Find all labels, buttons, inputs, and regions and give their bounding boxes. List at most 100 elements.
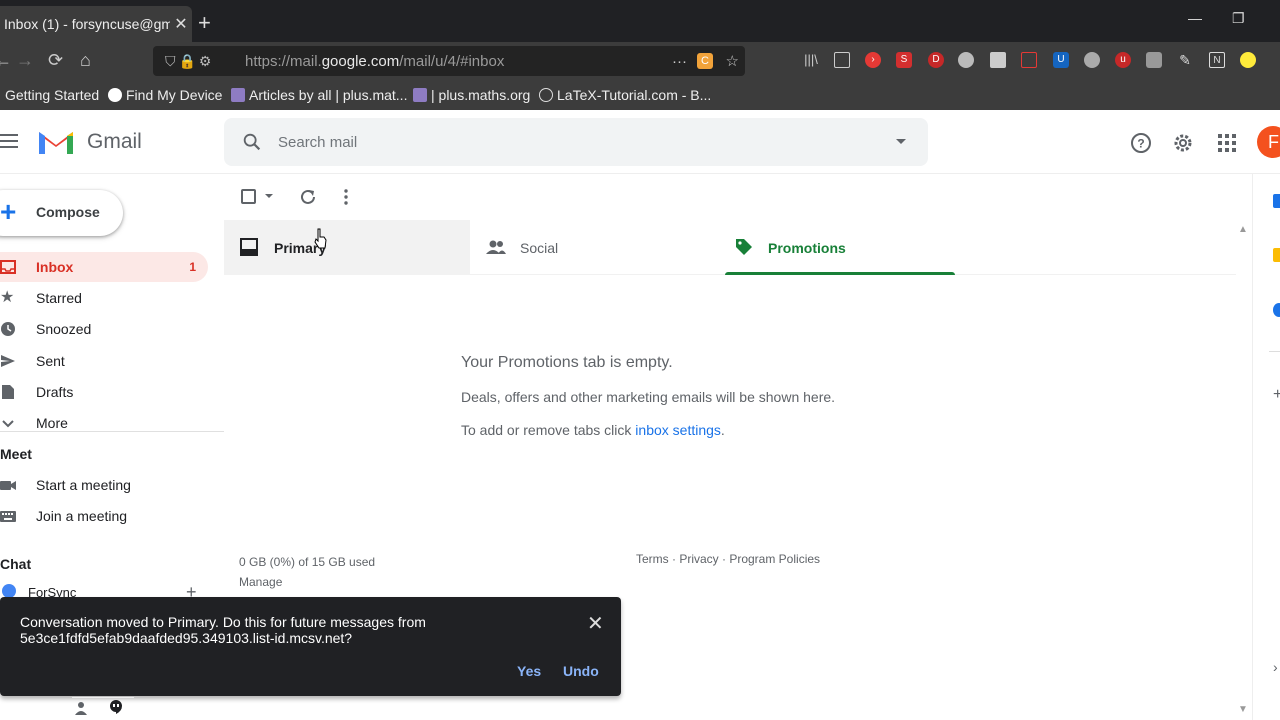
manage-storage-link[interactable]: Manage: [239, 572, 375, 592]
url-path: /mail/u/4/#inbox: [399, 52, 505, 70]
help-icon[interactable]: ?: [1130, 132, 1152, 154]
bookmark-label: | plus.maths.org: [431, 87, 531, 103]
select-all-checkbox[interactable]: [241, 189, 256, 204]
snackbar-toast: Conversation moved to Primary. Do this f…: [0, 597, 621, 696]
ext-notes-icon[interactable]: [990, 52, 1006, 68]
refresh-icon[interactable]: [299, 188, 317, 206]
maximize-icon[interactable]: ❐: [1232, 10, 1245, 27]
close-tab-icon[interactable]: ✕: [170, 14, 192, 34]
bookmarks-bar: Getting Started Find My Device Articles …: [0, 80, 1280, 110]
reader-icon[interactable]: [834, 52, 850, 68]
bookmark-getting-started[interactable]: Getting Started: [5, 87, 99, 103]
home-icon[interactable]: ⌂: [80, 50, 91, 71]
google-icon: [108, 88, 122, 102]
sidebar-item-snoozed[interactable]: Snoozed: [0, 314, 208, 344]
search-icon[interactable]: [241, 131, 263, 153]
panel-divider: [1269, 351, 1280, 352]
ext-screen-icon[interactable]: [1021, 52, 1037, 68]
tab-social[interactable]: Social: [470, 220, 725, 275]
more-options-icon[interactable]: [340, 188, 352, 206]
side-panel: + ›: [1252, 174, 1280, 720]
compose-label: Compose: [36, 204, 100, 220]
footer-links[interactable]: Terms · Privacy · Program Policies: [636, 552, 820, 566]
active-tab-indicator: [725, 272, 955, 275]
unread-count: 1: [189, 260, 196, 274]
ext-d-icon[interactable]: D: [928, 52, 944, 68]
gmail-header: Gmail ? F: [0, 110, 1280, 174]
inbox-settings-link[interactable]: inbox settings: [635, 422, 721, 438]
select-dropdown-icon[interactable]: [265, 194, 273, 198]
search-input[interactable]: [278, 130, 878, 154]
page-actions-icon[interactable]: ···: [672, 53, 687, 70]
account-avatar[interactable]: F: [1257, 126, 1280, 158]
ext-yellow-icon[interactable]: [1240, 52, 1256, 68]
tab-label: Social: [520, 240, 559, 256]
ext-red-arrow-icon[interactable]: ›: [865, 52, 881, 68]
ext-shield-icon[interactable]: [1146, 52, 1162, 68]
back-icon[interactable]: ←: [0, 50, 12, 71]
scroll-up-icon[interactable]: ▲: [1238, 224, 1248, 235]
tab-promotions[interactable]: Promotions: [725, 220, 955, 275]
sidebar-item-label: Inbox: [36, 259, 74, 275]
forward-icon[interactable]: →: [16, 50, 34, 71]
site-info-icons[interactable]: ⛉🔒⚙: [165, 53, 245, 70]
hangouts-icon[interactable]: [108, 699, 124, 715]
collapse-panel-icon[interactable]: ›: [1273, 659, 1278, 675]
meet-section-title: Meet: [0, 446, 32, 462]
meet-item-label: Start a meeting: [36, 477, 131, 493]
scroll-down-icon[interactable]: ▼: [1238, 704, 1248, 715]
join-meeting-item[interactable]: Join a meeting: [0, 501, 208, 531]
hint-suffix: .: [720, 422, 725, 438]
browser-tab-gmail[interactable]: Inbox (1) - forsyncuse@gm ✕: [0, 6, 192, 42]
sidebar-item-label: Drafts: [36, 384, 74, 400]
ext-ublock-icon[interactable]: u: [1115, 52, 1131, 68]
inbox-icon: [0, 260, 16, 274]
sidebar-divider: [0, 431, 224, 432]
ext-notion-icon[interactable]: N: [1209, 52, 1225, 68]
ext-feather-icon[interactable]: ✎: [1177, 52, 1193, 68]
keep-icon[interactable]: [1273, 248, 1280, 262]
sidebar-item-sent[interactable]: Sent: [0, 346, 208, 376]
bookmark-plus-maths[interactable]: | plus.maths.org: [413, 87, 530, 103]
storage-usage: 0 GB (0%) of 15 GB used: [239, 555, 376, 569]
tasks-icon[interactable]: [1273, 303, 1280, 317]
yes-button[interactable]: Yes: [517, 663, 541, 679]
address-bar[interactable]: ⛉🔒⚙ https://mail. google.com/mail/u/4/#in…: [153, 46, 745, 76]
undo-button[interactable]: Undo: [563, 663, 599, 679]
main-menu-icon[interactable]: [0, 134, 18, 152]
close-icon[interactable]: ✕: [587, 611, 604, 636]
bookmark-star-icon[interactable]: ☆: [726, 52, 739, 70]
bookmark-articles[interactable]: Articles by all | plus.mat...: [231, 87, 407, 103]
minimize-icon[interactable]: —: [1188, 10, 1202, 26]
add-addon-icon[interactable]: +: [1273, 386, 1280, 404]
reload-icon[interactable]: ⟳: [48, 50, 63, 71]
sidebar-item-starred[interactable]: ★ Starred: [0, 283, 208, 313]
person-icon[interactable]: [74, 701, 88, 715]
sidebar-item-drafts[interactable]: Drafts: [0, 377, 208, 407]
apps-grid-icon[interactable]: [1216, 132, 1238, 154]
new-tab-button[interactable]: +: [198, 10, 211, 36]
bookmark-find-my-device[interactable]: Find My Device: [108, 87, 222, 103]
tab-primary[interactable]: Primary: [224, 220, 470, 275]
compose-button[interactable]: + Compose: [0, 190, 123, 236]
search-bar[interactable]: [224, 118, 928, 166]
star-icon: ★: [0, 289, 15, 306]
ext-cloud-icon[interactable]: [1084, 52, 1100, 68]
ext-account-icon[interactable]: [958, 52, 974, 68]
plus-maths-icon: [231, 88, 245, 102]
ext-u-icon[interactable]: U: [1053, 52, 1069, 68]
globe-icon: [539, 88, 553, 102]
c-extension-icon[interactable]: C: [697, 53, 713, 69]
search-options-icon[interactable]: [896, 139, 906, 144]
library-icon[interactable]: |||\: [803, 52, 819, 68]
calendar-icon[interactable]: [1273, 194, 1280, 208]
start-meeting-item[interactable]: Start a meeting: [0, 470, 208, 500]
sidebar-item-inbox[interactable]: Inbox 1: [0, 252, 208, 282]
browser-tab-title: Inbox (1) - forsyncuse@gm: [4, 16, 170, 32]
ext-s-icon[interactable]: S: [896, 52, 912, 68]
chat-section-title: Chat: [0, 556, 32, 572]
bookmark-label: Articles by all | plus.mat...: [249, 87, 408, 103]
sidebar-item-more[interactable]: More: [0, 408, 208, 438]
bookmark-latex-tutorial[interactable]: LaTeX-Tutorial.com - B...: [539, 87, 711, 103]
settings-gear-icon[interactable]: [1172, 132, 1194, 154]
